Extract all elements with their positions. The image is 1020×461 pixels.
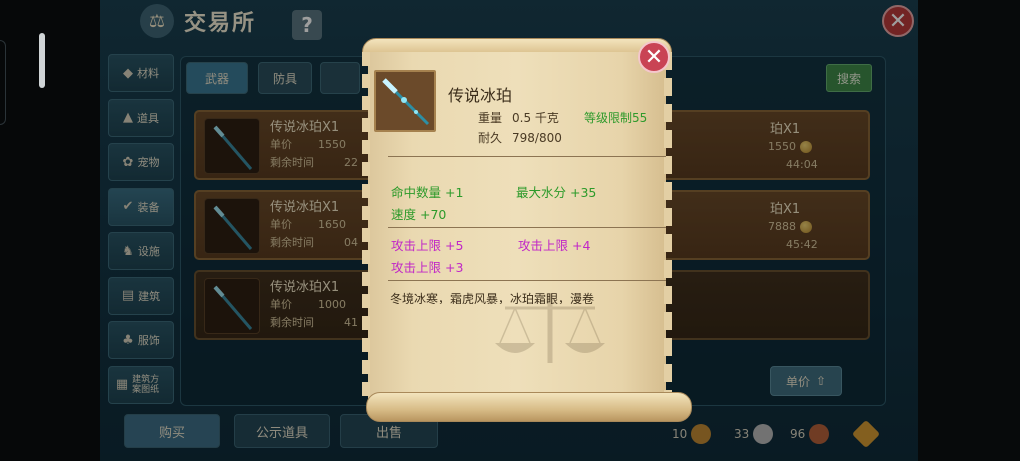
stat-purple: 攻击上限 +3 [391, 260, 464, 275]
ice-spear-icon [382, 78, 430, 126]
divider [388, 227, 666, 228]
item-name: 传说冰珀 [448, 86, 513, 105]
game-screen: ⚖ 交易所 ? ✕ ◆ 材料 ▲ 道具 ✿ 宠物 ✔ 装备 ♞ 设施 ▤ 建筑 ♣ 服饰 ▦ 建… [0, 0, 1020, 461]
item-icon [374, 70, 436, 132]
gesture-pill[interactable] [39, 33, 45, 88]
stat-purple: 攻击上限 +4 [518, 238, 591, 253]
divider [388, 156, 666, 157]
right-device-bezel [918, 0, 1020, 461]
level-requirement: 等级限制55 [584, 111, 648, 125]
left-device-bezel [0, 0, 100, 461]
divider [388, 280, 666, 281]
item-description: 冬境冰寒，霜虎风暴，冰珀霜眼，漫卷 [390, 292, 595, 304]
item-durability: 耐久 798/800 [478, 131, 562, 145]
item-tooltip-scroll: ✕ 传说冰珀 重量 0.5 千克 等级限制55 耐久 798/800 命中数量 +1… [340, 38, 692, 422]
paper-edge-left [362, 52, 370, 402]
item-weight: 重量 0.5 千克 [478, 111, 559, 125]
stat-green: 速度 +70 [391, 207, 447, 222]
side-edge-handle [0, 40, 6, 125]
scroll-bottom-roll [366, 392, 692, 422]
stat-purple: 攻击上限 +5 [391, 238, 464, 253]
tooltip-close-button[interactable]: ✕ [638, 41, 670, 73]
stat-green: 命中数量 +1 [391, 185, 464, 200]
stat-green: 最大水分 +35 [516, 185, 597, 200]
